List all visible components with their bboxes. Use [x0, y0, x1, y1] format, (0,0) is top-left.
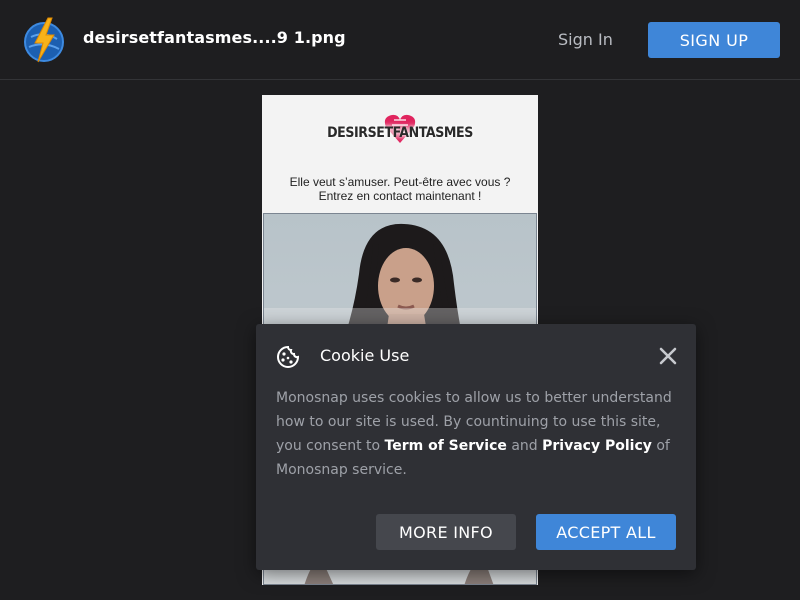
accept-all-button[interactable]: ACCEPT ALL: [536, 514, 676, 550]
monosnap-logo-icon[interactable]: [23, 17, 65, 63]
cookie-text-and: and: [506, 438, 543, 454]
close-icon[interactable]: [658, 346, 678, 366]
privacy-policy-link[interactable]: Privacy Policy: [542, 438, 652, 454]
brand-name: DESIRSETFANTASMES: [327, 125, 473, 141]
sign-in-link[interactable]: Sign In: [558, 30, 613, 49]
file-name: desirsetfantasmes....9 1.png: [83, 28, 346, 47]
more-info-button[interactable]: MORE INFO: [376, 514, 516, 550]
cookie-dialog-title: Cookie Use: [320, 346, 410, 365]
sign-up-button[interactable]: SIGN UP: [648, 22, 780, 58]
tagline-line-1: Elle veut s’amuser. Peut-être avec vous …: [289, 175, 511, 189]
top-bar: desirsetfantasmes....9 1.png Sign In SIG…: [0, 0, 800, 80]
tagline-line-2: Entrez en contact maintenant !: [318, 189, 482, 203]
cookie-dialog-text: Monosnap uses cookies to allow us to bet…: [276, 386, 680, 482]
cookie-dialog: Cookie Use Monosnap uses cookies to allo…: [256, 324, 696, 570]
tagline: Elle veut s’amuser. Peut-être avec vous …: [262, 175, 538, 203]
cookie-icon: [277, 345, 300, 368]
terms-of-service-link[interactable]: Term of Service: [385, 438, 507, 454]
